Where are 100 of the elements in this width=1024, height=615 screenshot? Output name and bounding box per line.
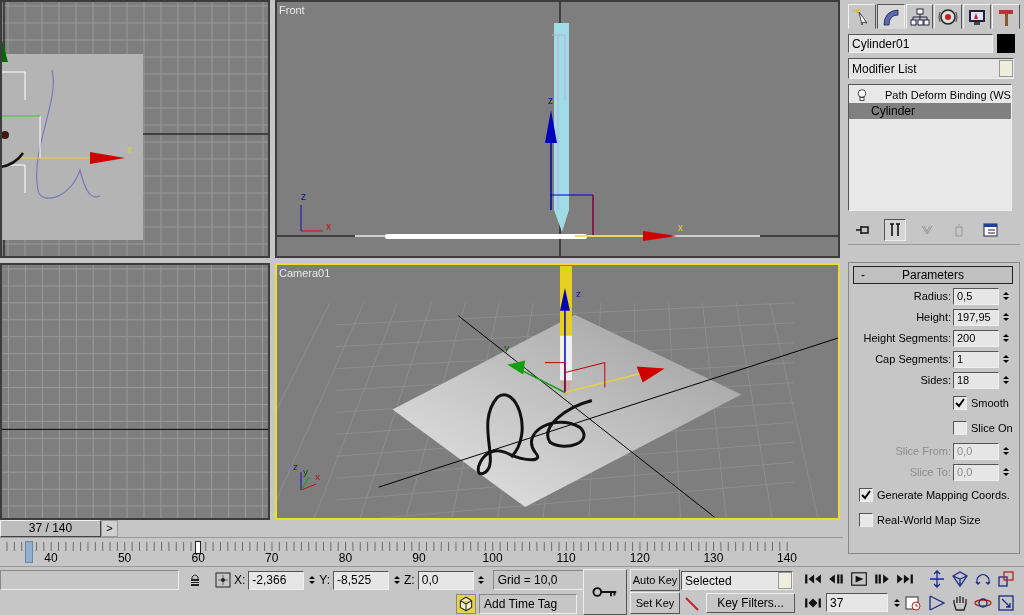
frame-number: 100 [481, 550, 504, 565]
time-configuration-icon[interactable] [905, 594, 921, 611]
parameter-label: Cap Segments: [874, 353, 951, 365]
spinner-arrows-icon[interactable] [1001, 376, 1010, 384]
object-color-swatch[interactable] [997, 34, 1015, 53]
spinner-arrows-icon[interactable] [1001, 292, 1010, 300]
key-filters-button[interactable]: Key Filters... [706, 593, 795, 613]
checkbox[interactable] [859, 513, 873, 527]
parameter-field[interactable]: 18 [953, 371, 999, 389]
transform-mode-icon[interactable] [215, 572, 231, 588]
field-of-view-icon[interactable] [928, 594, 946, 612]
auto-key-button[interactable]: Auto Key [630, 569, 680, 591]
current-frame-marker[interactable] [25, 540, 33, 563]
viewport[interactable] [0, 263, 270, 520]
spinner-arrows-icon[interactable] [1001, 468, 1010, 476]
rollout-header[interactable]: - Parameters [853, 266, 1013, 284]
parameter-field[interactable]: 1 [953, 350, 999, 368]
parameter-label: Radius: [912, 290, 951, 302]
parameter-field[interactable]: 200 [953, 329, 999, 347]
frame-number: 60 [190, 550, 206, 565]
spinner-arrows-icon[interactable] [892, 598, 901, 607]
spinner-arrows-icon[interactable] [476, 576, 486, 584]
parameter-field[interactable]: 197,95 [953, 308, 999, 326]
key-tangent-icon[interactable] [684, 596, 700, 612]
coordinate-field[interactable]: 0,0 [417, 570, 474, 590]
axis-label: z [301, 191, 306, 202]
curve-tab-icon[interactable] [876, 4, 905, 29]
set-key-button[interactable]: Set Key [630, 592, 680, 614]
axis-label: x [127, 144, 132, 155]
frame-number: 40 [43, 550, 59, 565]
go-to-end-icon[interactable] [896, 572, 914, 586]
axis-label: y [504, 341, 510, 353]
parameter-label: Slice From: [894, 445, 951, 457]
checkbox-option[interactable]: Smooth [853, 392, 1009, 414]
axis-label: y [303, 466, 308, 478]
axis-label: x [314, 471, 320, 483]
checkbox[interactable] [953, 396, 967, 410]
display-tab-icon[interactable] [963, 4, 992, 29]
coordinate-field[interactable]: -8,525 [333, 570, 390, 590]
axis-label: z [575, 287, 581, 299]
frame-number: 70 [264, 550, 280, 565]
parameter-label: Sides: [919, 374, 951, 386]
checkbox-option[interactable]: Slice On [853, 417, 1013, 439]
spinner-arrows-icon[interactable] [1001, 355, 1010, 363]
current-frame-field[interactable]: 37 [826, 593, 888, 612]
collapse-toggle[interactable]: - [854, 268, 872, 282]
go-to-start-icon[interactable] [804, 572, 822, 586]
motion-tab-icon[interactable] [934, 4, 963, 29]
timeline-ruler[interactable]: 40 50 60 70 80 90 100 110 120 130 140 [0, 536, 843, 565]
parameter-label: Height Segments: [862, 332, 951, 344]
spinner-arrows-icon[interactable] [1001, 313, 1010, 321]
modifier-list-dropdown[interactable]: Modifier List [848, 58, 1014, 79]
axis-label: x [326, 221, 331, 232]
zoom-arrows-icon[interactable] [928, 570, 946, 588]
hammer-tab-icon[interactable] [992, 4, 1020, 29]
checkbox-option[interactable]: Generate Mapping Coords. [853, 484, 1010, 506]
axis-label: x [678, 222, 683, 233]
rollout-title[interactable]: Parameters [872, 268, 1012, 282]
checkbox[interactable] [953, 421, 967, 435]
frame-number: 110 [555, 550, 577, 565]
checkbox-option[interactable]: Real-World Map Size [853, 509, 981, 531]
next-frame-icon[interactable] [873, 572, 891, 586]
spinner-arrows-icon[interactable] [1001, 334, 1010, 342]
frame-number: 130 [702, 550, 725, 565]
lock-icon[interactable] [188, 573, 202, 587]
frame-counter[interactable]: 37 / 140 [0, 520, 101, 537]
previous-frame-icon[interactable] [827, 572, 845, 586]
next-frame-button[interactable]: > [101, 520, 118, 537]
key-mode-dropdown[interactable]: Selected [681, 571, 793, 590]
show-result-icon[interactable] [884, 219, 906, 241]
checkbox[interactable] [859, 488, 873, 502]
spinner-arrows-icon[interactable] [307, 576, 317, 584]
coordinate-label: Y: [319, 573, 331, 587]
frame-number: 120 [628, 550, 651, 565]
coordinate-field[interactable]: -2,366 [248, 570, 305, 590]
spinner-arrows-icon[interactable] [1001, 447, 1010, 455]
frame-number: 80 [337, 550, 354, 565]
play-icon[interactable] [850, 572, 868, 586]
add-time-tag-field[interactable]: Add Time Tag [479, 594, 577, 614]
parameter-label: Height: [915, 311, 951, 323]
zoom-extents-icon[interactable] [997, 570, 1015, 588]
object-name-field[interactable]: Cylinder01 [848, 34, 993, 53]
stack-item[interactable]: Cylinder [849, 103, 1011, 119]
axis-tripod-icon [300, 471, 317, 491]
axis-label: z [293, 461, 298, 473]
axis-label: z [548, 95, 553, 106]
parameter-field[interactable]: 0,5 [953, 287, 999, 305]
lightbulb-icon[interactable] [857, 89, 867, 101]
key-icon[interactable] [583, 569, 627, 615]
create-tab-icon[interactable] [848, 4, 876, 29]
axis-tripod-icon [300, 204, 324, 232]
hierarchy-tab-icon[interactable] [905, 4, 934, 29]
pan-hand-icon[interactable] [951, 594, 969, 612]
maximize-viewport-icon[interactable] [997, 594, 1015, 612]
keyframe-marker[interactable] [195, 540, 201, 554]
stack-item[interactable]: Path Deform Binding (WS [849, 87, 1011, 103]
spinner-arrows-icon[interactable] [392, 576, 402, 584]
coordinate-label: Z: [404, 573, 415, 587]
frame-number: 90 [411, 550, 427, 565]
frame-number: 50 [116, 550, 133, 565]
